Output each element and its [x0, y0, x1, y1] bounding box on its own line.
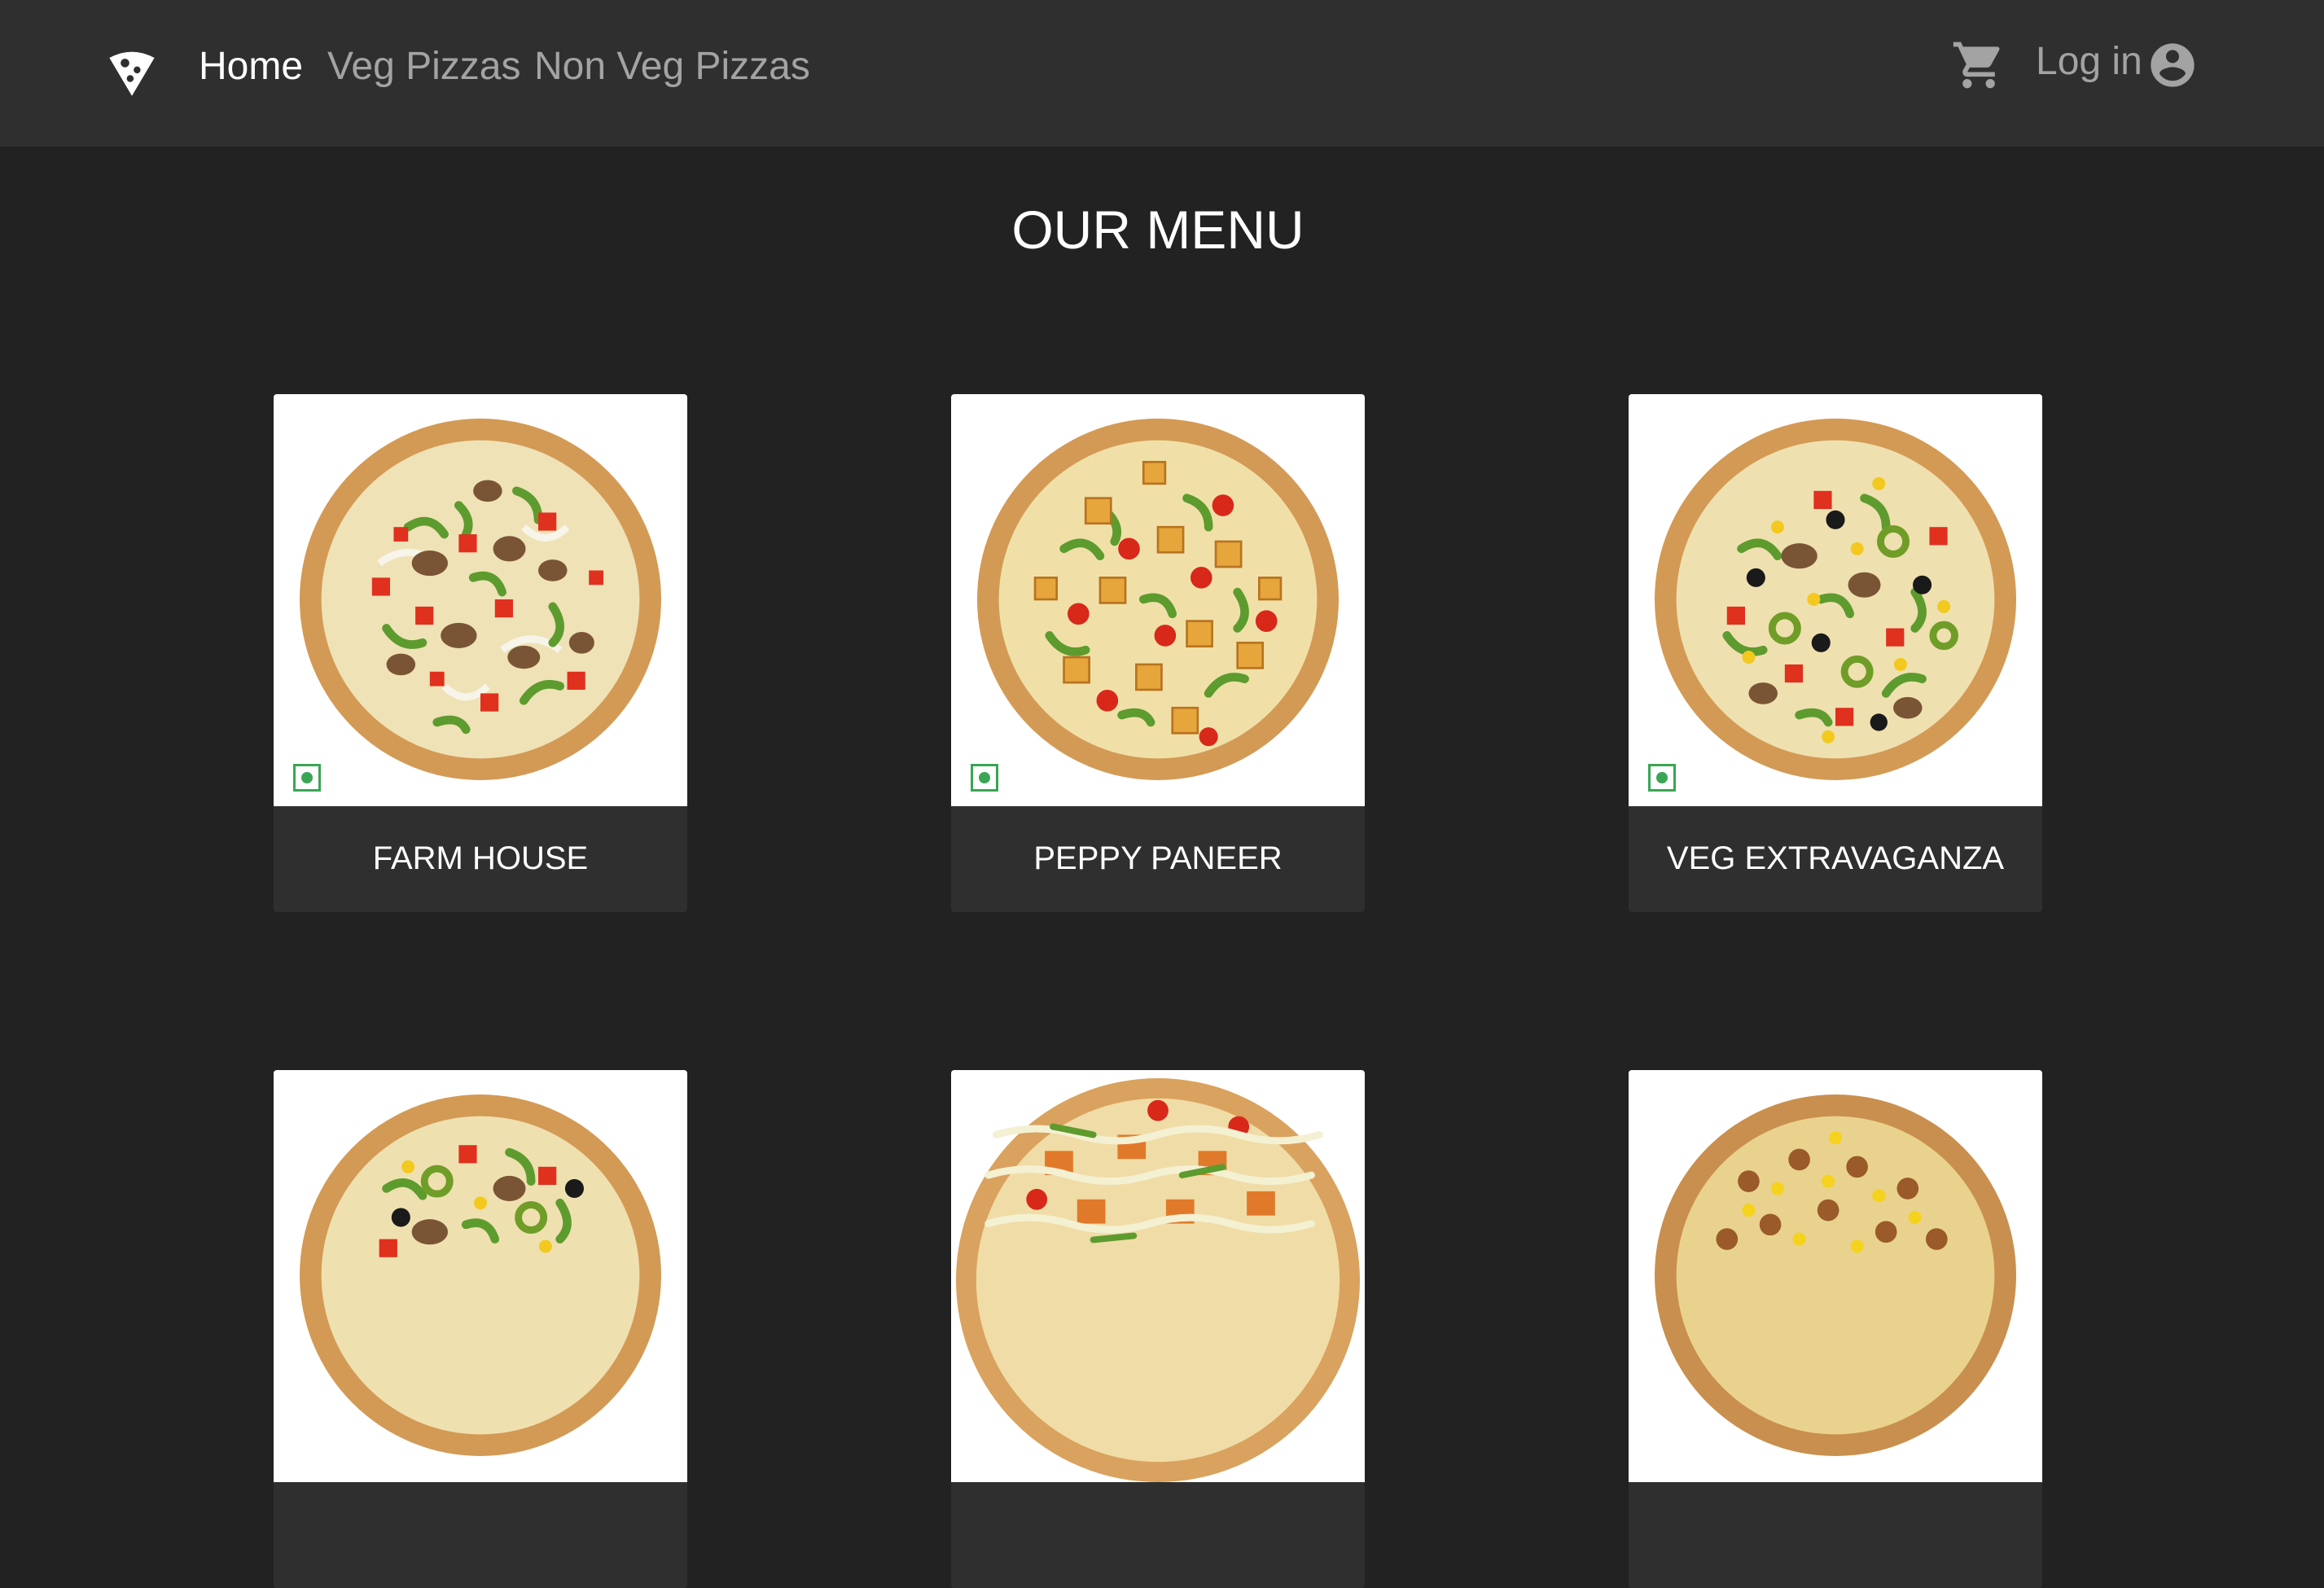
veg-indicator-icon — [971, 764, 998, 792]
pizza-image — [1629, 1070, 2042, 1482]
veg-indicator-icon — [293, 764, 321, 792]
pizza-peppy-paneer-image — [977, 419, 1339, 780]
pizza-name — [951, 1482, 1365, 1588]
pizza-5-image — [956, 1078, 1360, 1482]
pizza-name: PEPPY PANEER — [1033, 840, 1283, 876]
pizza-image — [1629, 394, 2042, 806]
pizza-card-6[interactable] — [1629, 1070, 2042, 1588]
pizza-name: FARM HOUSE — [372, 840, 589, 876]
pizza-card-veg-extravaganza[interactable]: VEG EXTRAVAGANZA — [1629, 394, 2042, 912]
pizza-image — [951, 394, 1365, 806]
login-link[interactable]: Log in — [2036, 36, 2142, 88]
pizza-card-4[interactable] — [274, 1070, 687, 1588]
pizza-veg-extravaganza-image — [1655, 419, 2016, 780]
account-circle-icon[interactable] — [2146, 39, 2199, 91]
pizza-card-farm-house[interactable]: FARM HOUSE — [274, 394, 687, 912]
pizza-name: VEG EXTRAVAGANZA — [1666, 840, 2005, 876]
nav-link-non-veg-pizzas[interactable]: Non Veg Pizzas — [534, 41, 810, 93]
nav-link-home[interactable]: Home — [199, 41, 303, 93]
pizza-slice-logo-icon[interactable] — [104, 44, 160, 99]
pizza-farm-house-image — [300, 419, 661, 780]
pizza-4-image — [300, 1094, 661, 1456]
page-title: OUR MENU — [1011, 200, 1305, 260]
pizza-6-image — [1655, 1094, 2016, 1456]
pizza-image — [274, 1070, 687, 1482]
pizza-card-peppy-paneer[interactable]: PEPPY PANEER — [951, 394, 1365, 912]
navbar: Home Veg Pizzas Non Veg Pizzas Log in — [0, 0, 2324, 147]
pizza-name — [274, 1482, 687, 1588]
pizza-image — [274, 394, 687, 806]
nav-link-veg-pizzas[interactable]: Veg Pizzas — [327, 41, 520, 93]
pizza-image — [951, 1070, 1365, 1482]
pizza-card-5[interactable] — [951, 1070, 1365, 1588]
pizza-name — [1629, 1482, 2042, 1588]
shopping-cart-icon[interactable] — [1951, 37, 2006, 93]
veg-indicator-icon — [1648, 764, 1676, 792]
